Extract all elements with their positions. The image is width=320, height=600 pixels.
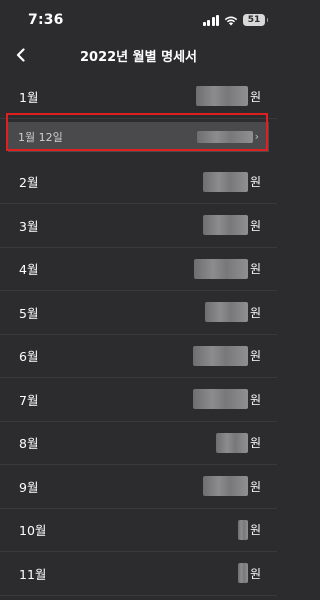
month-label: 9월 [19,479,39,495]
currency-unit: 원 [249,262,261,277]
battery-icon: 51 [243,14,268,26]
nav-bar: 2022년 월별 명세서 [0,40,277,70]
month-label: 11월 [19,566,47,582]
month-label: 2월 [19,175,39,191]
sub-entry-label: 1월 12일 [18,130,63,144]
redacted-amount [237,519,248,540]
month-label: 1월 [19,89,39,105]
month-row-3[interactable]: 3월 원 [0,204,277,248]
month-label: 5월 [19,305,39,321]
month-row-7[interactable]: 7월 원 [0,378,277,422]
month-label: 7월 [19,392,39,408]
redacted-amount [202,476,248,497]
currency-unit: 원 [249,218,261,233]
redacted-amount [196,130,253,143]
month-row-2[interactable]: 2월 원 [0,161,277,204]
month-label: 4월 [19,262,39,278]
chevron-right-icon: › [254,130,259,143]
month-label: 6월 [19,349,39,365]
redacted-amount [192,389,248,410]
month-label: 8월 [19,436,39,452]
page-title: 2022년 월별 명세서 [80,49,197,65]
currency-unit: 원 [249,305,261,320]
month-label: 10월 [19,523,47,539]
redacted-amount [237,563,248,584]
sub-entry-row[interactable]: 1월 12일 › [8,121,269,152]
currency-unit: 원 [249,89,261,104]
back-button[interactable] [9,43,33,67]
redacted-amount [195,86,248,107]
month-row-6[interactable]: 6월 원 [0,335,277,378]
month-row-11[interactable]: 11월 원 [0,552,277,596]
currency-unit: 원 [249,349,261,364]
redacted-amount [193,258,248,279]
redacted-amount [204,302,248,323]
cellular-signal-icon [202,14,219,26]
currency-unit: 원 [249,436,261,451]
month-row-5[interactable]: 5월 원 [0,291,277,335]
redacted-amount [192,345,248,366]
month-list: 1월 원 1월 12일 › 2월 원 3월 원 4월 원 5월 원 6월 원 7… [0,75,277,596]
currency-unit: 원 [249,175,261,190]
month-row-4[interactable]: 4월 원 [0,248,277,291]
month-label: 3월 [19,218,39,234]
month-row-10[interactable]: 10월 원 [0,509,277,552]
redacted-amount [215,432,248,453]
status-time: 7:36 [28,12,64,28]
status-icons: 51 [202,14,268,26]
wifi-icon [224,16,238,25]
redacted-amount [202,215,248,236]
currency-unit: 원 [249,479,261,494]
status-bar: 7:36 51 [0,0,277,40]
month-row-8[interactable]: 8월 원 [0,422,277,465]
chevron-left-icon [16,48,25,62]
redacted-amount [202,171,248,192]
month-row-1[interactable]: 1월 원 [0,75,277,119]
currency-unit: 원 [249,566,261,581]
currency-unit: 원 [249,392,261,407]
currency-unit: 원 [249,523,261,538]
month-row-9[interactable]: 9월 원 [0,465,277,509]
